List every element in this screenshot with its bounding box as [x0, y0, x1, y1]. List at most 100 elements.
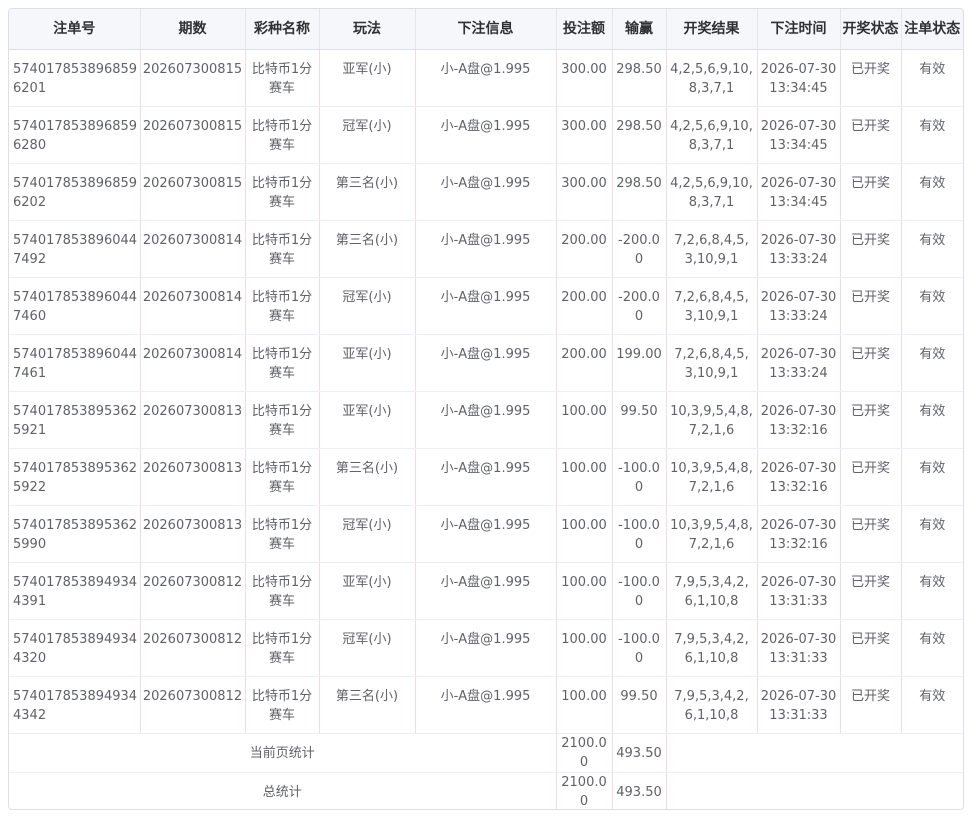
draw-result-cell: 4,2,5,6,9,10,8,3,7,1 — [666, 106, 758, 164]
win-loss-cell: -100.00 — [612, 562, 667, 620]
table-row: 5740178538968596280 202607300815 比特币1分赛车… — [9, 106, 963, 164]
win-loss-cell: 99.50 — [612, 391, 667, 449]
play-type-cell: 冠军(小) — [319, 619, 416, 677]
table-row: 5740178538953625921 202607300813 比特币1分赛车… — [9, 391, 963, 449]
play-type-cell: 亚军(小) — [319, 562, 416, 620]
play-type-cell: 第三名(小) — [319, 676, 416, 734]
bet-info-cell: 小-A盘@1.995 — [415, 220, 557, 278]
win-loss-cell: -200.00 — [612, 277, 667, 335]
summary-empty — [666, 773, 963, 810]
order-status-cell: 有效 — [901, 106, 963, 164]
bet-info-cell: 小-A盘@1.995 — [415, 334, 557, 392]
header-order-status: 注单状态 — [901, 9, 963, 50]
table-row: 5740178538968596202 202607300815 比特币1分赛车… — [9, 163, 963, 221]
win-loss-cell: -100.00 — [612, 505, 667, 563]
lottery-name-cell: 比特币1分赛车 — [245, 277, 320, 335]
bet-amount-cell: 300.00 — [556, 49, 613, 107]
win-loss-cell: 99.50 — [612, 676, 667, 734]
draw-status-cell: 已开奖 — [840, 619, 902, 677]
draw-result-cell: 10,3,9,5,4,8,7,2,1,6 — [666, 391, 758, 449]
lottery-name-cell: 比特币1分赛车 — [245, 220, 320, 278]
table-row: 5740178538960447492 202607300814 比特币1分赛车… — [9, 220, 963, 278]
order-id-cell: 5740178538960447461 — [9, 334, 141, 392]
draw-status-cell: 已开奖 — [840, 676, 902, 734]
bet-time-cell: 2026-07-30 13:33:24 — [757, 277, 841, 335]
bet-time-cell: 2026-07-30 13:31:33 — [757, 619, 841, 677]
header-bet-amount: 投注额 — [556, 9, 613, 50]
order-id-cell: 5740178538968596202 — [9, 163, 141, 221]
table-row: 5740178538949344391 202607300812 比特币1分赛车… — [9, 562, 963, 620]
lottery-name-cell: 比特币1分赛车 — [245, 163, 320, 221]
bet-info-cell: 小-A盘@1.995 — [415, 505, 557, 563]
play-type-cell: 冠军(小) — [319, 106, 416, 164]
header-play-type: 玩法 — [319, 9, 416, 50]
draw-status-cell: 已开奖 — [840, 220, 902, 278]
win-loss-cell: -100.00 — [612, 448, 667, 506]
lottery-name-cell: 比特币1分赛车 — [245, 562, 320, 620]
summary-amount: 2100.00 — [556, 772, 613, 809]
summary-row: 总统计 2100.00 493.50 — [9, 772, 963, 810]
bet-time-cell: 2026-07-30 13:32:16 — [757, 391, 841, 449]
win-loss-cell: 298.50 — [612, 49, 667, 107]
table-row: 5740178538960447461 202607300814 比特币1分赛车… — [9, 334, 963, 392]
summary-label: 当前页统计 — [9, 733, 557, 773]
period-cell: 202607300815 — [140, 106, 246, 164]
period-cell: 202607300814 — [140, 220, 246, 278]
draw-result-cell: 4,2,5,6,9,10,8,3,7,1 — [666, 163, 758, 221]
table-row: 5740178538960447460 202607300814 比特币1分赛车… — [9, 277, 963, 335]
draw-result-cell: 4,2,5,6,9,10,8,3,7,1 — [666, 49, 758, 107]
order-id-cell: 5740178538968596280 — [9, 106, 141, 164]
draw-status-cell: 已开奖 — [840, 391, 902, 449]
bet-amount-cell: 100.00 — [556, 619, 613, 677]
draw-result-cell: 7,2,6,8,4,5,3,10,9,1 — [666, 220, 758, 278]
play-type-cell: 第三名(小) — [319, 163, 416, 221]
bet-info-cell: 小-A盘@1.995 — [415, 163, 557, 221]
bet-time-cell: 2026-07-30 13:32:16 — [757, 448, 841, 506]
play-type-cell: 亚军(小) — [319, 49, 416, 107]
draw-status-cell: 已开奖 — [840, 163, 902, 221]
period-cell: 202607300815 — [140, 49, 246, 107]
bet-records-table-container: 注单号 期数 彩种名称 玩法 下注信息 投注额 输赢 开奖结果 下注时间 开奖状… — [8, 8, 964, 810]
order-status-cell: 有效 — [901, 676, 963, 734]
period-cell: 202607300814 — [140, 334, 246, 392]
bet-info-cell: 小-A盘@1.995 — [415, 562, 557, 620]
play-type-cell: 冠军(小) — [319, 505, 416, 563]
bet-info-cell: 小-A盘@1.995 — [415, 391, 557, 449]
draw-status-cell: 已开奖 — [840, 334, 902, 392]
order-id-cell: 5740178538953625921 — [9, 391, 141, 449]
table-row: 5740178538968596201 202607300815 比特币1分赛车… — [9, 49, 963, 107]
summary-empty — [666, 733, 963, 773]
bet-amount-cell: 300.00 — [556, 163, 613, 221]
bet-time-cell: 2026-07-30 13:33:24 — [757, 334, 841, 392]
bet-info-cell: 小-A盘@1.995 — [415, 49, 557, 107]
period-cell: 202607300813 — [140, 505, 246, 563]
order-status-cell: 有效 — [901, 49, 963, 107]
order-id-cell: 5740178538953625990 — [9, 505, 141, 563]
draw-result-cell: 7,9,5,3,4,2,6,1,10,8 — [666, 562, 758, 620]
draw-result-cell: 7,9,5,3,4,2,6,1,10,8 — [666, 619, 758, 677]
win-loss-cell: 199.00 — [612, 334, 667, 392]
lottery-name-cell: 比特币1分赛车 — [245, 676, 320, 734]
bet-amount-cell: 200.00 — [556, 277, 613, 335]
lottery-name-cell: 比特币1分赛车 — [245, 448, 320, 506]
bet-amount-cell: 100.00 — [556, 448, 613, 506]
bet-time-cell: 2026-07-30 13:31:33 — [757, 562, 841, 620]
period-cell: 202607300815 — [140, 163, 246, 221]
summary-row: 当前页统计 2100.00 493.50 — [9, 733, 963, 773]
order-status-cell: 有效 — [901, 391, 963, 449]
bet-time-cell: 2026-07-30 13:34:45 — [757, 106, 841, 164]
order-id-cell: 5740178538960447492 — [9, 220, 141, 278]
play-type-cell: 第三名(小) — [319, 220, 416, 278]
bet-info-cell: 小-A盘@1.995 — [415, 619, 557, 677]
bet-info-cell: 小-A盘@1.995 — [415, 448, 557, 506]
win-loss-cell: -200.00 — [612, 220, 667, 278]
play-type-cell: 冠军(小) — [319, 277, 416, 335]
bet-info-cell: 小-A盘@1.995 — [415, 106, 557, 164]
bet-time-cell: 2026-07-30 13:34:45 — [757, 49, 841, 107]
order-id-cell: 5740178538968596201 — [9, 49, 141, 107]
header-order-id: 注单号 — [9, 9, 141, 50]
draw-result-cell: 10,3,9,5,4,8,7,2,1,6 — [666, 505, 758, 563]
lottery-name-cell: 比特币1分赛车 — [245, 619, 320, 677]
period-cell: 202607300812 — [140, 562, 246, 620]
draw-result-cell: 7,2,6,8,4,5,3,10,9,1 — [666, 277, 758, 335]
